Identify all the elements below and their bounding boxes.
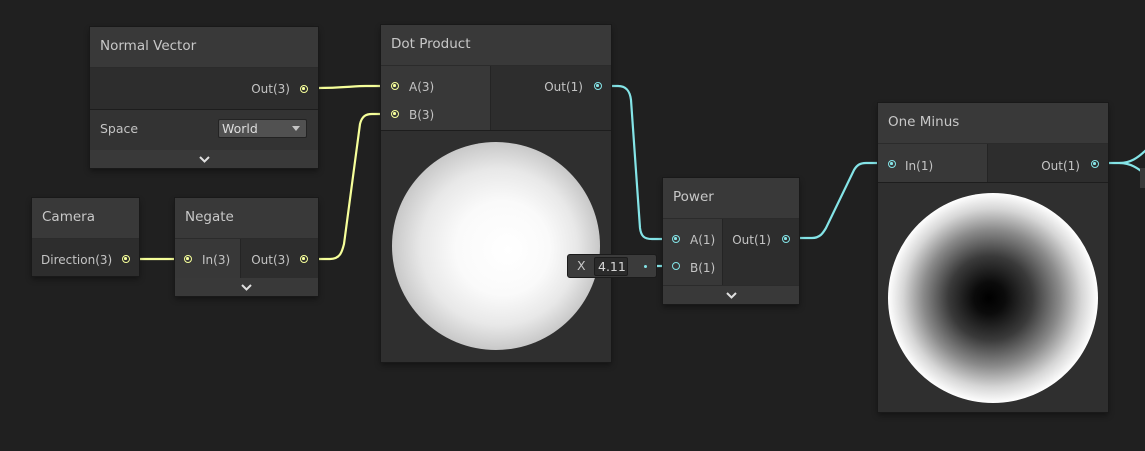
- input-column: A(1) B(1): [663, 219, 723, 285]
- output-port-icon[interactable]: [1091, 160, 1099, 168]
- preview-area: [381, 131, 611, 362]
- input-column: A(3) B(3): [381, 66, 491, 130]
- chevron-down-icon: [198, 155, 210, 163]
- camera-node[interactable]: Camera Direction(3): [32, 198, 139, 276]
- input-a-label: A(3): [409, 80, 435, 94]
- power-b-inline-input[interactable]: X 4.11: [567, 254, 657, 278]
- one-minus-preview-image: [888, 193, 1098, 403]
- input-label: In(3): [202, 253, 231, 267]
- node-title[interactable]: Negate: [175, 198, 318, 238]
- ports-row: Out(3): [90, 68, 318, 109]
- wire-normal-out-to-dot-a: [306, 84, 394, 90]
- input-port-b-icon[interactable]: [672, 262, 680, 270]
- chevron-down-icon: [725, 291, 737, 299]
- dot-product-preview-image: [392, 142, 600, 350]
- ports-row: Direction(3): [32, 239, 139, 276]
- wire-negate-out-to-dot-b: [306, 112, 394, 261]
- expand-toggle[interactable]: [175, 278, 318, 296]
- output-port-icon[interactable]: [300, 85, 308, 93]
- power-node[interactable]: Power A(1) B(1) Out(1): [663, 178, 799, 304]
- input-port-a-icon[interactable]: [672, 235, 680, 243]
- input-port-icon[interactable]: [888, 160, 896, 168]
- input-b-label: B(1): [690, 261, 716, 275]
- output-port-icon[interactable]: [300, 255, 308, 263]
- output-label: Direction(3): [41, 253, 113, 267]
- output-label: Out(1): [1041, 159, 1080, 173]
- wire-power-out-to-oneminus-in: [786, 161, 890, 240]
- input-a-label: A(1): [690, 233, 716, 247]
- input-b-label: B(3): [409, 108, 435, 122]
- input-label: In(1): [905, 159, 934, 173]
- ports-row: A(3) B(3) Out(1): [381, 66, 611, 130]
- input-column: In(3): [175, 239, 241, 278]
- node-title[interactable]: Camera: [32, 198, 139, 238]
- output-label: Out(3): [251, 82, 290, 96]
- output-port-icon[interactable]: [782, 235, 790, 243]
- space-dropdown-value: World: [222, 121, 258, 136]
- offscreen-node-edge: [1140, 168, 1145, 188]
- dot-product-node[interactable]: Dot Product A(3) B(3) Out(1): [381, 25, 611, 362]
- normal-vector-node[interactable]: Normal Vector Out(3) Space World: [90, 27, 318, 168]
- input-port-icon[interactable]: [184, 255, 192, 263]
- space-dropdown[interactable]: World: [218, 119, 307, 138]
- output-label: Out(1): [544, 80, 583, 94]
- space-label: Space: [100, 121, 139, 136]
- node-title[interactable]: Normal Vector: [90, 27, 318, 67]
- dropdown-arrow-icon: [292, 126, 300, 131]
- expand-toggle[interactable]: [90, 150, 318, 168]
- ports-row: A(1) B(1) Out(1): [663, 219, 799, 285]
- input-port-a-icon[interactable]: [391, 82, 399, 90]
- settings-row: Space World: [90, 110, 318, 150]
- node-title[interactable]: Power: [663, 178, 799, 218]
- input-column: In(1): [878, 144, 988, 182]
- input-port-b-icon[interactable]: [391, 110, 399, 118]
- preview-area: [878, 183, 1108, 412]
- node-title[interactable]: One Minus: [878, 103, 1108, 143]
- output-label: Out(1): [732, 233, 771, 247]
- connector-dot-icon: [644, 265, 647, 268]
- chevron-down-icon: [241, 283, 252, 291]
- value-field[interactable]: 4.11: [594, 257, 628, 276]
- negate-node[interactable]: Negate In(3) Out(3): [175, 198, 318, 296]
- one-minus-node[interactable]: One Minus In(1) Out(1): [878, 103, 1108, 412]
- node-title[interactable]: Dot Product: [381, 25, 611, 65]
- output-port-icon[interactable]: [122, 255, 130, 263]
- ports-row: In(1) Out(1): [878, 144, 1108, 182]
- axis-label: X: [577, 258, 586, 273]
- output-port-icon[interactable]: [594, 82, 602, 90]
- expand-toggle[interactable]: [663, 286, 799, 304]
- output-label: Out(3): [251, 253, 290, 267]
- ports-row: In(3) Out(3): [175, 239, 318, 278]
